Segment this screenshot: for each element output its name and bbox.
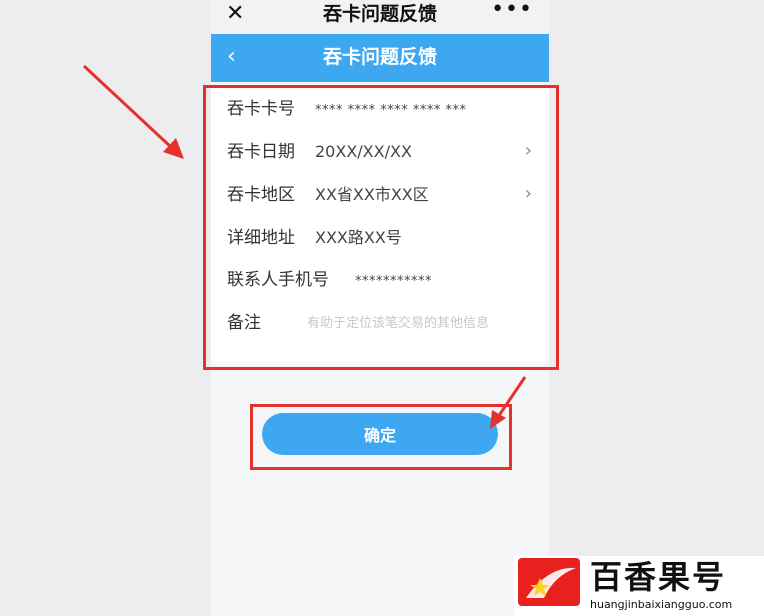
- watermark: 百香果号 huangjinbaixiangguo.com: [514, 556, 764, 616]
- arrow-to-form: [82, 64, 174, 150]
- watermark-url: huangjinbaixiangguo.com: [590, 598, 733, 611]
- star-logo-icon: [518, 558, 580, 606]
- arrow-head-icon: [490, 410, 506, 429]
- annotation-arrows: [82, 64, 527, 429]
- watermark-text: 百香果号: [590, 558, 727, 596]
- arrow-to-button: [496, 376, 527, 418]
